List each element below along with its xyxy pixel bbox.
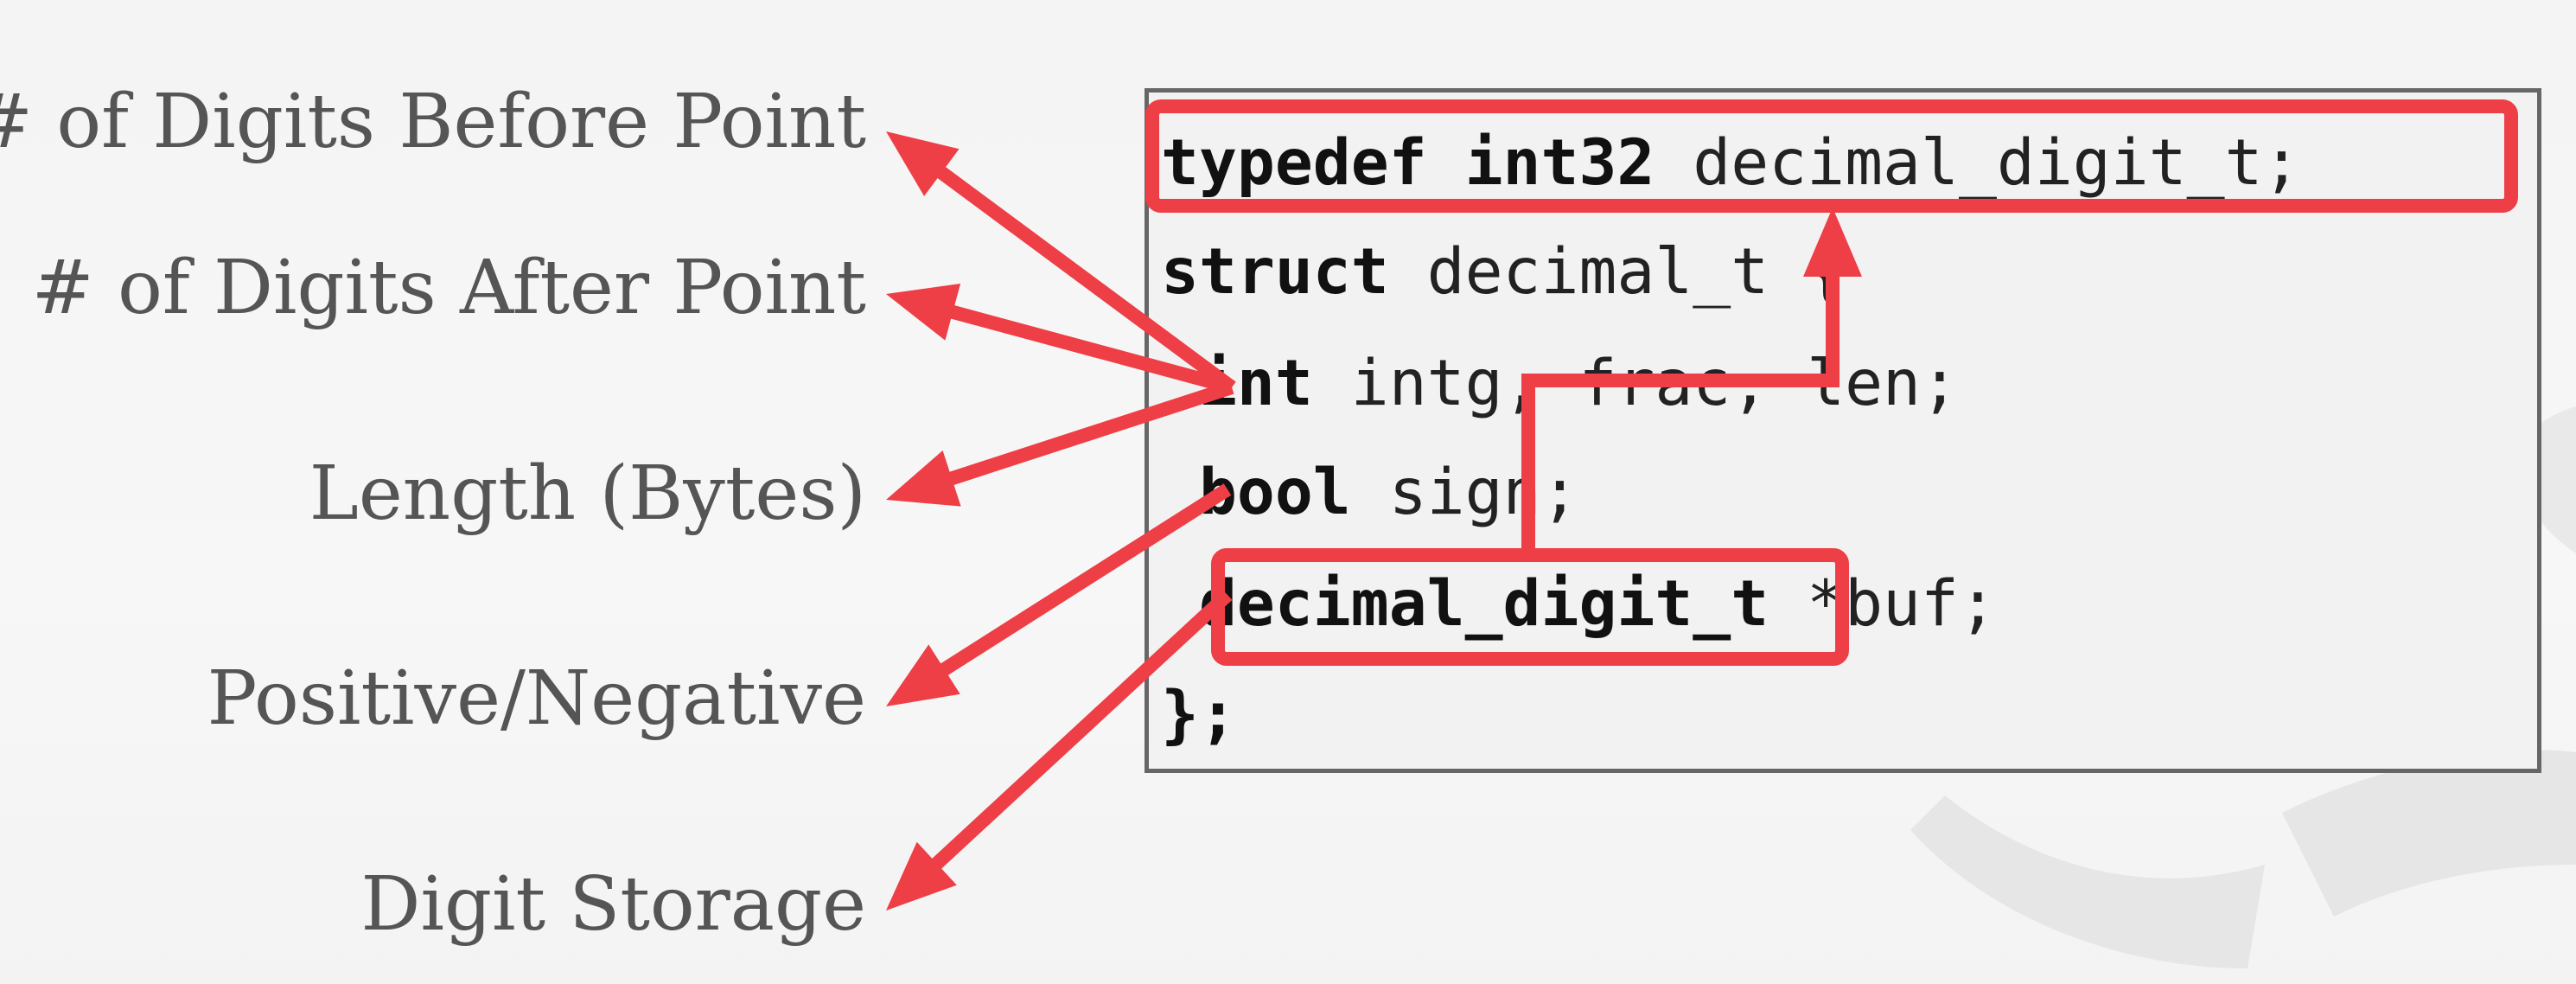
arrow-to-digits-after-point <box>886 284 1234 394</box>
arrow-to-digits-before-point <box>886 131 1236 393</box>
annotation-overlay <box>886 99 2518 911</box>
arrow-to-length <box>886 380 1234 507</box>
arrow-type-to-typedef <box>1521 208 1862 555</box>
arrow-to-digit-storage <box>886 590 1233 911</box>
highlight-decimal-digit-type <box>1211 548 1849 666</box>
slide: # of Digits Before Point # of Digits Aft… <box>0 0 2576 984</box>
highlight-typedef-line <box>1145 99 2518 213</box>
arrow-to-positive-negative <box>886 483 1232 706</box>
